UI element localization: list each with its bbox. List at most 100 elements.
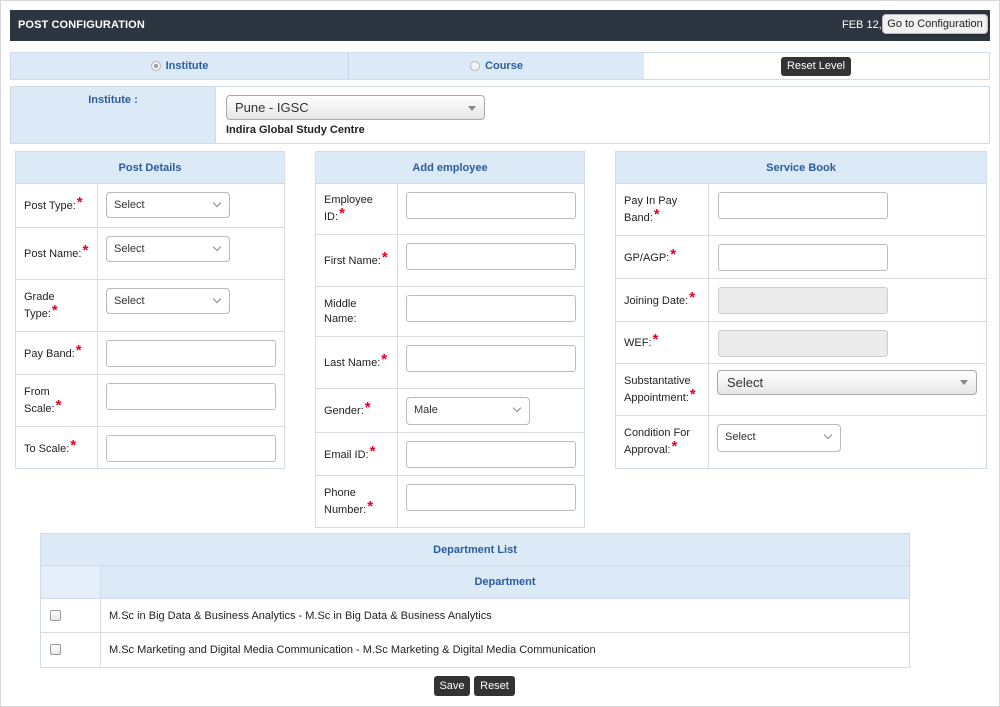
department-list-title: Department List [41,534,909,566]
institute-select[interactable]: Pune - IGSC [226,95,485,120]
employee-id-label: Employee ID:* [316,184,398,234]
last-name-label: Last Name:* [316,337,398,388]
middle-name-input[interactable] [406,295,576,322]
level-course-label: Course [485,60,523,72]
substantative-appointment-label: Substantative Appointment:* [616,364,709,415]
from-scale-row: From Scale:* [16,375,284,427]
post-type-row: Post Type:* Select [16,184,284,228]
phone-number-label: Phone Number:* [316,476,398,527]
chevron-down-icon [823,430,833,440]
institute-section: Institute : Pune - IGSC Indira Global St… [10,86,990,144]
gp-agp-input[interactable] [718,244,888,271]
to-scale-row: To Scale:* [16,427,284,469]
phone-number-row: Phone Number:* [316,476,584,527]
institute-full-name: Indira Global Study Centre [226,124,365,136]
middle-name-row: Middle Name: [316,287,584,337]
email-id-input[interactable] [406,441,576,468]
last-name-input[interactable] [406,345,576,372]
institute-label: Institute : [11,87,216,143]
reset-button[interactable]: Reset [474,676,515,696]
grade-type-label: Grade Type:* [16,280,98,331]
add-employee-title: Add employee [316,152,584,184]
first-name-label: First Name:* [316,235,398,286]
department-list: Department List Department M.Sc in Big D… [40,533,910,668]
phone-number-input[interactable] [406,484,576,511]
table-row: M.Sc in Big Data & Business Analytics - … [41,599,909,633]
department-checkbox[interactable] [50,644,61,655]
employee-id-row: Employee ID:* [316,184,584,235]
gp-agp-row: GP/AGP:* [616,236,986,279]
post-type-select[interactable]: Select [106,192,230,218]
level-option-course[interactable]: Course [349,53,644,79]
pay-band-label: Pay Band:* [16,332,98,374]
grade-type-select[interactable]: Select [106,288,230,314]
grade-type-row: Grade Type:* Select [16,280,284,332]
caret-down-icon [468,106,476,111]
radio-icon[interactable] [150,61,161,71]
post-details-title: Post Details [16,152,284,184]
go-to-configuration-button[interactable]: Go to Configuration [882,14,988,34]
pay-in-pay-band-label: Pay In Pay Band:* [616,184,709,235]
email-id-row: Email ID:* [316,433,584,476]
to-scale-input[interactable] [106,435,276,462]
wef-row: WEF:* [616,322,986,364]
add-employee-panel: Add employee Employee ID:* First Name:* … [315,151,585,528]
joining-date-label: Joining Date:* [616,279,709,321]
institute-select-value: Pune - IGSC [235,100,309,115]
joining-date-input[interactable] [718,287,888,314]
wef-label: WEF:* [616,322,709,363]
level-selector: Institute Course Reset Level [10,52,990,80]
gender-label: Gender:* [316,389,398,432]
post-name-select[interactable]: Select [106,236,230,262]
joining-date-row: Joining Date:* [616,279,986,322]
pay-in-pay-band-input[interactable] [718,192,888,219]
last-name-row: Last Name:* [316,337,584,389]
page-header: POST CONFIGURATION FEB 12, [10,10,990,41]
pay-band-input[interactable] [106,340,276,367]
post-name-label: Post Name:* [16,228,98,279]
service-book-panel: Service Book Pay In Pay Band:* GP/AGP:* … [615,151,987,469]
level-institute-label: Institute [165,60,209,72]
from-scale-input[interactable] [106,383,276,410]
email-id-label: Email ID:* [316,433,398,475]
page-title: POST CONFIGURATION [18,19,145,31]
condition-for-approval-select[interactable]: Select [717,424,841,452]
chevron-down-icon [212,242,222,252]
caret-down-icon [960,380,968,385]
condition-for-approval-label: Condition For Approval:* [616,416,709,468]
first-name-input[interactable] [406,243,576,270]
middle-name-label: Middle Name: [316,287,398,336]
to-scale-label: To Scale:* [16,427,98,469]
row-checkbox-cell [41,599,101,632]
service-book-title: Service Book [616,152,986,184]
substantative-appointment-select[interactable]: Select [717,370,977,395]
pay-band-row: Pay Band:* [16,332,284,375]
chevron-down-icon [212,294,222,304]
from-scale-label: From Scale:* [16,375,98,426]
department-name: M.Sc Marketing and Digital Media Communi… [109,644,596,656]
reset-level-button[interactable]: Reset Level [781,57,851,76]
row-checkbox-cell [41,633,101,667]
department-checkbox[interactable] [50,610,61,621]
employee-id-input[interactable] [406,192,576,219]
header-date: FEB 12, [842,19,882,31]
radio-icon[interactable] [470,61,481,71]
pay-in-pay-band-row: Pay In Pay Band:* [616,184,986,236]
department-column-header: Department [101,566,909,598]
substantative-appointment-row: Substantative Appointment:* Select [616,364,986,416]
chevron-down-icon [212,198,222,208]
checkbox-column-header [41,566,101,598]
first-name-row: First Name:* [316,235,584,287]
table-row: M.Sc Marketing and Digital Media Communi… [41,633,909,667]
post-type-label: Post Type:* [16,184,98,227]
save-button[interactable]: Save [434,676,470,696]
chevron-down-icon [512,403,522,413]
department-table-header: Department [41,566,909,599]
condition-for-approval-row: Condition For Approval:* Select [616,416,986,468]
level-option-institute[interactable]: Institute [11,53,349,79]
department-name: M.Sc in Big Data & Business Analytics - … [109,610,492,622]
wef-input[interactable] [718,330,888,357]
gender-row: Gender:* Male [316,389,584,433]
gender-select[interactable]: Male [406,397,530,425]
gp-agp-label: GP/AGP:* [616,236,709,278]
